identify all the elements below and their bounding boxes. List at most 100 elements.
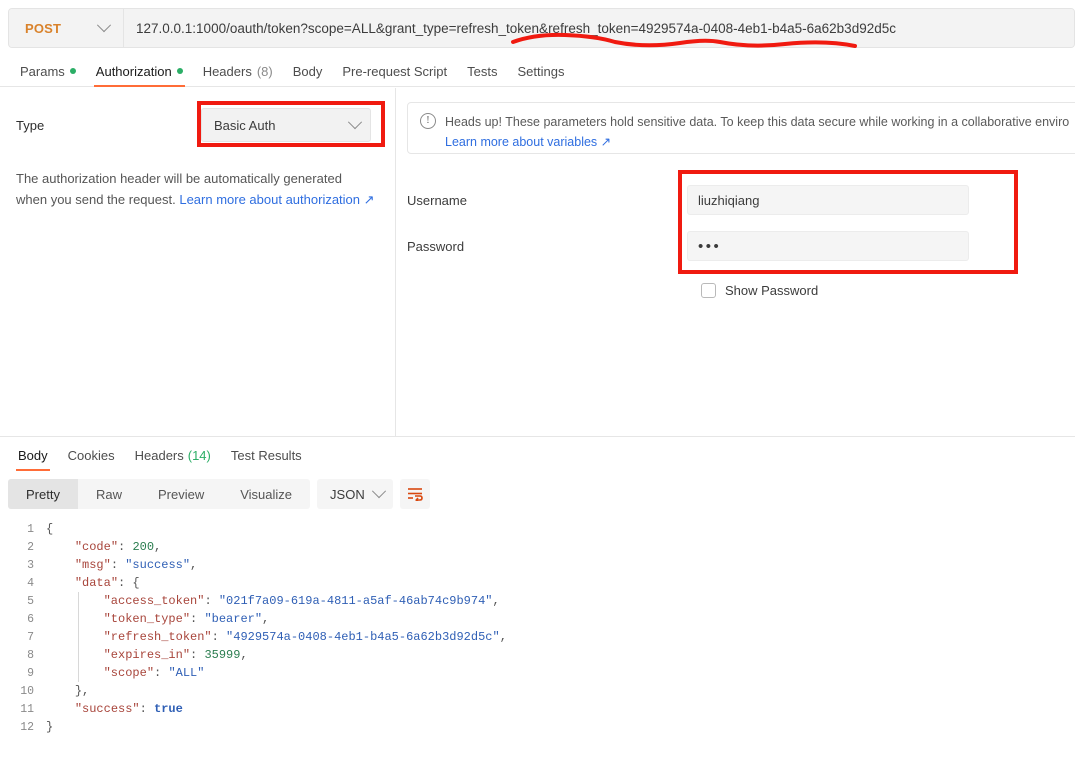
token-str: "bearer" — [204, 612, 263, 626]
auth-hint-text: The authorization header will be automat… — [16, 168, 376, 210]
response-tab-test-results[interactable]: Test Results — [221, 441, 312, 469]
line-number: 8 — [27, 648, 34, 662]
token-key: "token_type" — [103, 612, 191, 626]
line-number: 11 — [20, 702, 34, 716]
line-number: 6 — [27, 612, 34, 626]
token-key: "code" — [74, 540, 119, 554]
username-input[interactable]: liuzhiqiang — [687, 185, 969, 215]
token-punc: , — [154, 540, 162, 554]
tab-tests[interactable]: Tests — [457, 56, 507, 87]
response-format-select[interactable]: JSON — [317, 479, 394, 509]
tab-tests-label: Tests — [467, 63, 498, 79]
token-num: 35999 — [204, 648, 241, 662]
token-bool: true — [154, 702, 183, 716]
password-row: Password ••• — [407, 231, 969, 261]
tab-body-label: Body — [292, 63, 323, 79]
token-punc: , — [492, 594, 500, 608]
code-line: 1{ — [0, 520, 1075, 538]
tab-headers-label: Headers — [202, 63, 252, 79]
show-password-toggle[interactable]: Show Password — [701, 283, 818, 298]
chevron-down-icon — [347, 115, 363, 130]
line-number: 9 — [27, 666, 34, 680]
tab-settings-label: Settings — [517, 63, 565, 79]
tab-body[interactable]: Body — [283, 56, 333, 87]
tab-pre-request-script[interactable]: Pre-request Script — [332, 56, 457, 87]
code-text: "scope": "ALL" — [46, 666, 205, 680]
url-input[interactable]: 127.0.0.1:1000/oauth/token?scope=ALL&gra… — [124, 9, 1074, 47]
token-punc: : — [110, 558, 126, 572]
line-number: 7 — [27, 630, 34, 644]
wrap-lines-button[interactable] — [400, 479, 431, 509]
view-mode-visualize[interactable]: Visualize — [222, 479, 310, 509]
response-body-viewer[interactable]: 1{2 "code": 200, 3 "msg": "success", 4 "da… — [0, 520, 1075, 772]
line-number: 3 — [27, 558, 34, 572]
notice-message: Heads up! These parameters hold sensitiv… — [445, 115, 1070, 129]
chevron-down-icon — [371, 484, 387, 499]
code-text: { — [46, 522, 53, 536]
view-mode-pretty-label: Pretty — [26, 486, 60, 502]
view-mode-raw[interactable]: Raw — [78, 479, 140, 509]
tab-settings[interactable]: Settings — [507, 56, 574, 87]
authorization-left-panel: Type Basic Auth The authorization header… — [0, 88, 395, 436]
response-tab-bar: Body Cookies Headers (14) Test Results — [8, 441, 312, 471]
wrap-lines-icon — [408, 488, 423, 501]
code-line: 3 "msg": "success", — [0, 556, 1075, 574]
password-input[interactable]: ••• — [687, 231, 969, 261]
code-text: "data": { — [46, 576, 140, 590]
token-punc: : — [154, 666, 169, 680]
code-text: "expires_in": 35999, — [46, 648, 248, 662]
code-text: "token_type": "bearer", — [46, 612, 270, 626]
view-mode-group: Pretty Raw Preview Visualize — [8, 479, 311, 509]
view-mode-pretty[interactable]: Pretty — [8, 479, 78, 509]
token-punc: : — [190, 612, 205, 626]
view-mode-preview[interactable]: Preview — [140, 479, 222, 509]
tab-params-label: Params — [20, 63, 65, 79]
learn-more-variables-link[interactable]: Learn more about variables ↗ — [445, 132, 1069, 152]
response-tab-body[interactable]: Body — [8, 441, 58, 471]
token-key: "refresh_token" — [103, 630, 212, 644]
response-view-bar: Pretty Raw Preview Visualize JSON — [8, 479, 431, 509]
code-line: 4 "data": { — [0, 574, 1075, 592]
token-punc: : — [204, 594, 219, 608]
indent-guide — [78, 592, 79, 682]
token-punc: , — [262, 612, 270, 626]
auth-type-select[interactable]: Basic Auth — [201, 108, 371, 142]
show-password-checkbox[interactable] — [701, 283, 716, 298]
auth-type-row: Type Basic Auth — [16, 108, 377, 142]
token-key: "msg" — [74, 558, 111, 572]
sensitive-data-notice: ! Heads up! These parameters hold sensit… — [407, 102, 1075, 154]
view-mode-preview-label: Preview — [157, 486, 205, 502]
code-line: 10 }, — [0, 682, 1075, 700]
show-password-label: Show Password — [725, 283, 819, 298]
code-line: 5 "access_token": "021f7a09-619a-4811-a5… — [0, 592, 1075, 610]
token-punc: : — [190, 648, 205, 662]
code-line: 12} — [0, 718, 1075, 736]
token-punc: , — [499, 630, 507, 644]
auth-type-value: Basic Auth — [214, 117, 276, 133]
token-str: "ALL" — [168, 666, 205, 680]
token-key: "success" — [74, 702, 140, 716]
line-number: 5 — [27, 594, 34, 608]
authorization-right-panel: ! Heads up! These parameters hold sensit… — [396, 88, 1075, 436]
response-section-divider — [0, 436, 1075, 437]
password-label: Password — [407, 238, 465, 254]
learn-more-authorization-link[interactable]: Learn more about authorization ↗ — [179, 192, 374, 207]
tab-headers[interactable]: Headers (8) — [193, 56, 283, 87]
line-number: 1 — [27, 522, 34, 536]
status-dot — [69, 68, 76, 74]
http-method-selector[interactable]: POST — [9, 9, 124, 47]
notice-text-block: Heads up! These parameters hold sensitiv… — [445, 112, 1069, 153]
tab-params[interactable]: Params — [10, 56, 86, 87]
response-tab-body-label: Body — [18, 447, 48, 463]
response-tab-headers[interactable]: Headers (14) — [125, 441, 221, 469]
token-punc: }, — [74, 684, 90, 698]
token-punc: } — [46, 720, 54, 734]
code-line: 7 "refresh_token": "4929574a-0408-4eb1-b… — [0, 628, 1075, 646]
response-format-value: JSON — [330, 486, 365, 502]
tab-authorization[interactable]: Authorization — [86, 56, 193, 87]
username-row: Username liuzhiqiang — [407, 185, 969, 215]
auth-type-label: Type — [16, 117, 45, 133]
code-text: }, — [46, 684, 89, 698]
chevron-down-icon — [96, 18, 112, 33]
response-tab-cookies[interactable]: Cookies — [58, 441, 125, 469]
